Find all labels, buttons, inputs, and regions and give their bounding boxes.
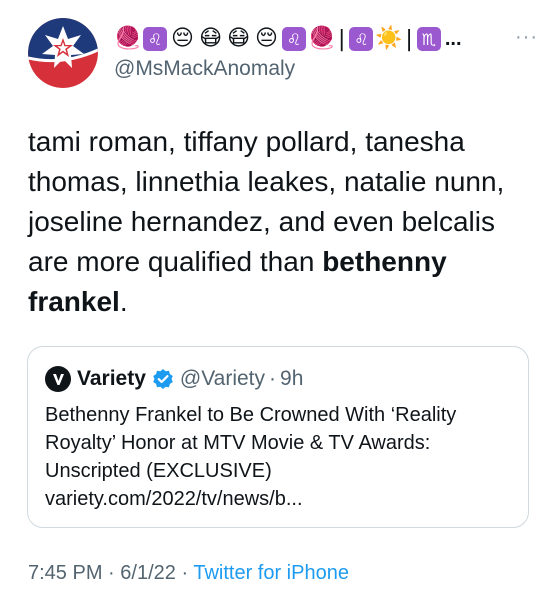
quoted-timestamp[interactable]: 9h — [280, 367, 303, 391]
leo-emoji: ♌ — [143, 27, 167, 51]
juneteenth-flag-avatar-icon — [28, 18, 98, 88]
meta-separator: · — [108, 562, 115, 584]
meta-separator: · — [181, 562, 189, 584]
sun-emoji: ☀️ — [375, 26, 403, 51]
verified-badge-icon — [153, 369, 173, 389]
quoted-tweet-text: Bethenny Frankel to Be Crowned With ‘Rea… — [45, 404, 457, 510]
leo-emoji: ♌ — [282, 27, 306, 51]
tweet-header: 🧶 ♌ 😔 😷 😷 😔 ♌ 🧶 | ♌ ☀️ | ♏ ... @MsMackAn… — [28, 18, 538, 88]
mask-emoji: 😷 — [199, 26, 222, 51]
yarn-emoji: 🧶 — [308, 26, 336, 51]
tweet-text-end: . — [119, 286, 128, 317]
scorpio-emoji: ♏ — [416, 27, 441, 51]
quoted-tweet-header: Variety @Variety · 9h — [45, 365, 303, 393]
quoted-separator: · — [269, 367, 277, 390]
name-ellipsis: ... — [444, 27, 462, 50]
display-name[interactable]: 🧶 ♌ 😔 😷 😷 😔 ♌ 🧶 | ♌ ☀️ | ♏ ... — [114, 22, 462, 56]
tweet-meta: 7:45 PM · 6/1/22 · Twitter for iPhone — [28, 562, 349, 585]
divider-glyph: | — [405, 26, 413, 52]
quoted-author-handle[interactable]: @Variety — [180, 367, 265, 391]
tweet-date[interactable]: 6/1/22 — [120, 562, 176, 584]
more-options-icon[interactable]: ··· — [515, 26, 538, 49]
tweet-time[interactable]: 7:45 PM — [28, 562, 102, 584]
leo-emoji: ♌ — [349, 27, 374, 51]
variety-v-glyph-icon — [53, 374, 64, 385]
pensive-emoji: 😔 — [171, 26, 194, 51]
avatar[interactable] — [28, 18, 98, 88]
variety-v-logo-icon[interactable] — [45, 366, 71, 392]
quoted-tweet-card[interactable]: Variety @Variety · 9h Bethenny Frankel t… — [27, 346, 529, 528]
tweet-source-link[interactable]: Twitter for iPhone — [193, 562, 349, 584]
pensive-emoji: 😔 — [255, 26, 278, 51]
tweet-text: tami roman, tiffany pollard, tanesha tho… — [28, 122, 528, 322]
author-handle[interactable]: @MsMackAnomaly — [114, 57, 295, 81]
divider-glyph: | — [338, 26, 346, 52]
yarn-emoji: 🧶 — [114, 26, 142, 51]
quoted-author-name[interactable]: Variety — [77, 367, 146, 391]
mask-emoji: 😷 — [227, 26, 250, 51]
